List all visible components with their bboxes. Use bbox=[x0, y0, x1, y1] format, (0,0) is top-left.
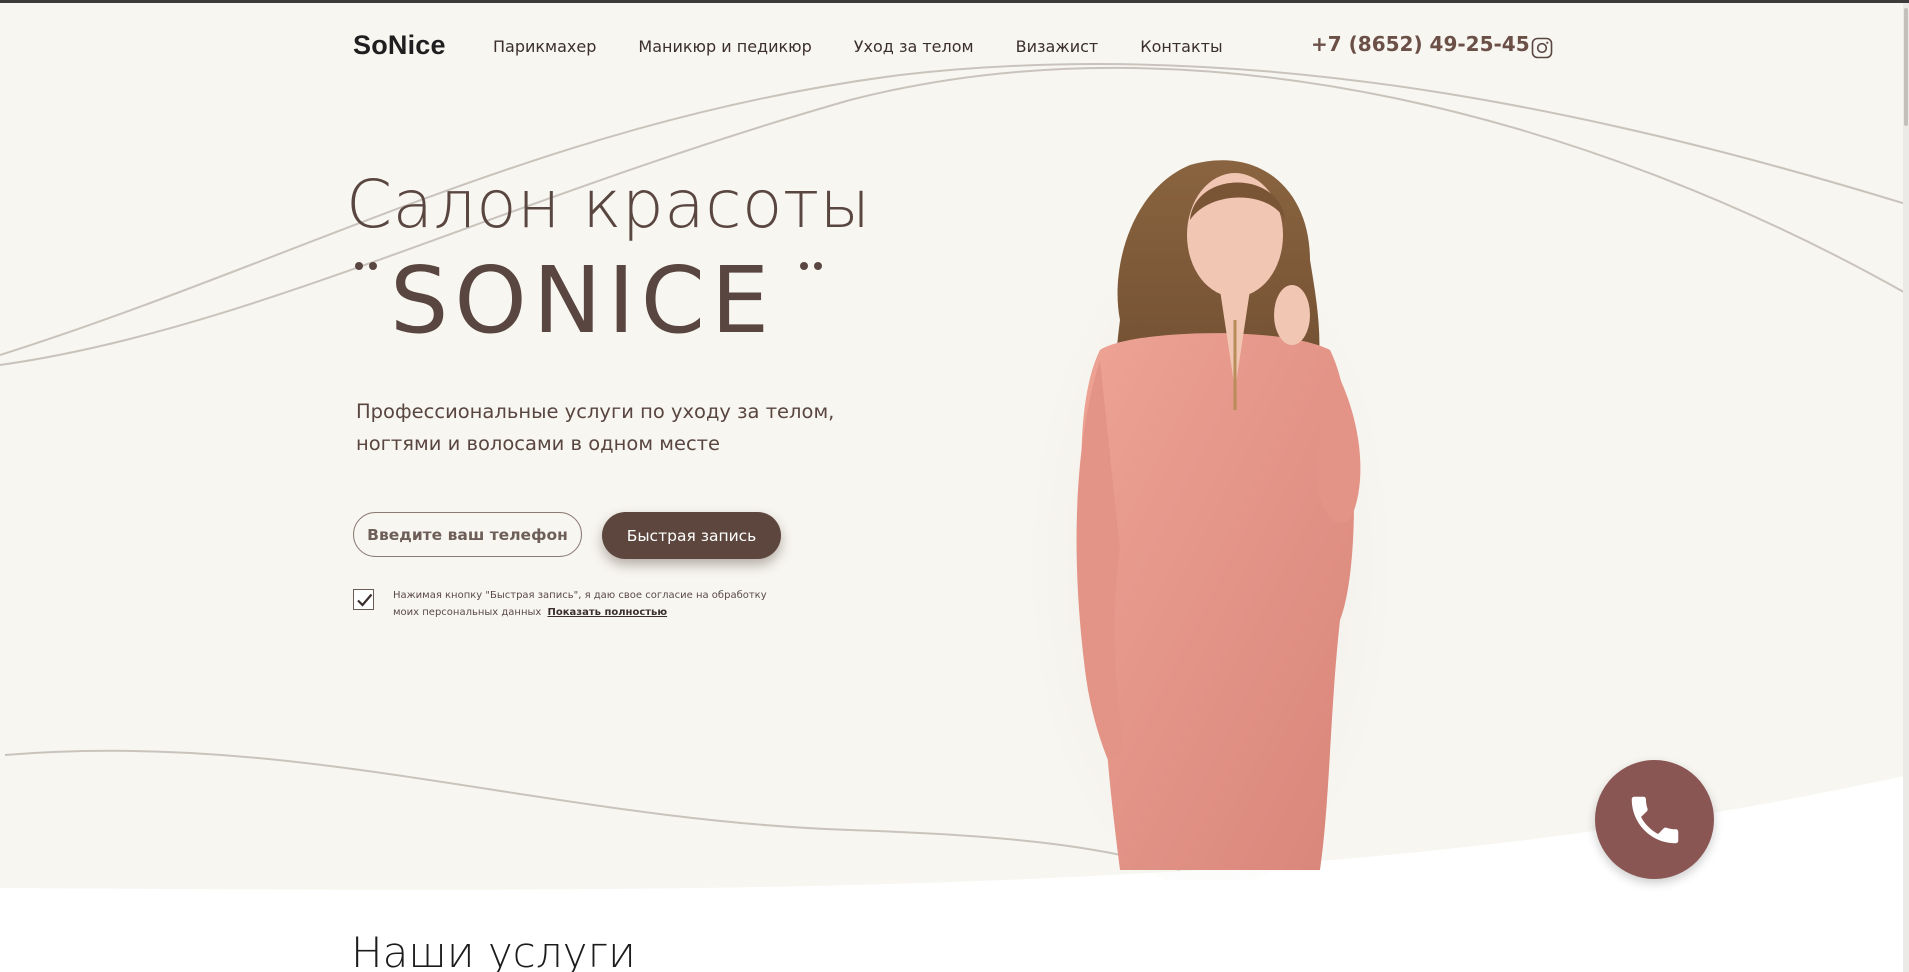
services-title: Наши услуги bbox=[351, 928, 636, 972]
close-quote-mark bbox=[800, 262, 830, 274]
consent-text-block: Нажимая кнопку "Быстрая запись", я даю с… bbox=[393, 587, 793, 621]
header-phone[interactable]: +7 (8652) 49-25-45 bbox=[1311, 32, 1530, 56]
phone-input[interactable] bbox=[353, 512, 582, 557]
scrollbar-track[interactable] bbox=[1903, 3, 1909, 972]
nav-item-hairdresser[interactable]: Парикмахер bbox=[493, 37, 596, 56]
nav-item-makeup[interactable]: Визажист bbox=[1016, 37, 1099, 56]
hero-title-brand: SONICE bbox=[390, 247, 776, 354]
hero-subtitle-line2: ногтями и волосами в одном месте bbox=[356, 432, 721, 455]
hero-subtitle-line1: Профессиональные услуги по уходу за тело… bbox=[356, 400, 835, 423]
main-nav: Парикмахер Маникюр и педикюр Уход за тел… bbox=[493, 37, 1223, 56]
instagram-icon[interactable] bbox=[1531, 37, 1553, 59]
nav-item-contacts[interactable]: Контакты bbox=[1140, 37, 1222, 56]
hero-title-line1: Салон красоты bbox=[346, 166, 871, 243]
phone-icon bbox=[1631, 796, 1678, 843]
model-photo bbox=[1030, 160, 1390, 880]
quick-booking-button[interactable]: Быстрая запись bbox=[602, 512, 781, 559]
scrollbar-thumb[interactable] bbox=[1904, 8, 1908, 126]
nav-item-body-care[interactable]: Уход за телом bbox=[854, 37, 974, 56]
consent-checkbox[interactable] bbox=[353, 589, 374, 610]
checkmark-icon bbox=[357, 593, 373, 607]
nav-item-manicure[interactable]: Маникюр и педикюр bbox=[638, 37, 811, 56]
site-header: SoNice Парикмахер Маникюр и педикюр Уход… bbox=[0, 0, 1909, 90]
call-button[interactable] bbox=[1595, 760, 1714, 879]
logo[interactable]: SoNice bbox=[353, 30, 446, 61]
open-quote-mark bbox=[355, 262, 385, 274]
show-full-link[interactable]: Показать полностью bbox=[548, 607, 668, 618]
hero-subtitle: Профессиональные услуги по уходу за тело… bbox=[356, 396, 916, 460]
